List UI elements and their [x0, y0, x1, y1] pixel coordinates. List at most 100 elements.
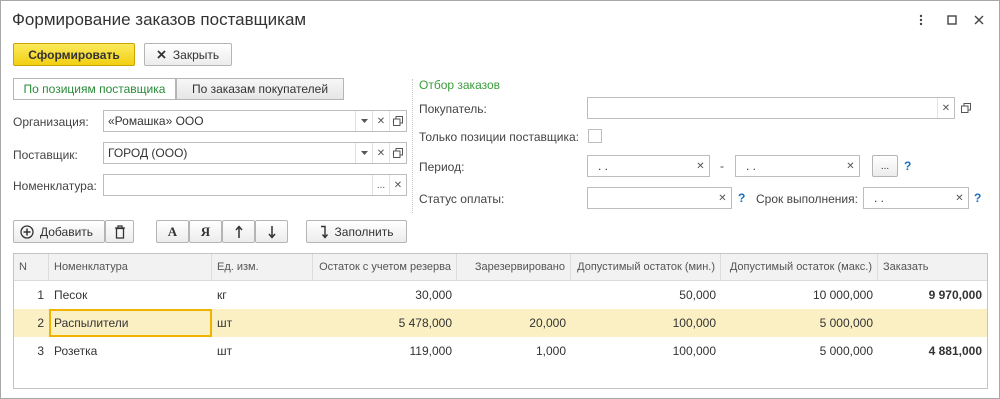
period-to-field[interactable]: . . ✕ — [735, 155, 860, 177]
organization-label: Организация: — [13, 115, 89, 129]
clear-icon[interactable]: ✕ — [372, 111, 389, 131]
payment-status-field[interactable]: ✕ — [587, 187, 732, 209]
column-header-n[interactable]: N — [14, 254, 49, 280]
table-row[interactable]: 3 Розетка шт 119,000 1,000 100,000 5 000… — [14, 337, 987, 365]
column-header-unit[interactable]: Ед. изм. — [212, 254, 313, 280]
column-header-order[interactable]: Заказать — [878, 254, 987, 280]
close-label: Закрыть — [172, 47, 220, 62]
move-down-button[interactable] — [255, 220, 288, 243]
tab-customer-orders[interactable]: По заказам покупателей — [176, 78, 344, 100]
sort-asc-button[interactable]: А — [156, 220, 189, 243]
cell-nomenclature[interactable]: Розетка — [49, 337, 212, 365]
cell-reserved — [457, 281, 571, 309]
period-select-label: ... — [880, 160, 890, 172]
fill-button[interactable]: Заполнить — [306, 220, 407, 243]
column-header-stock[interactable]: Остаток с учетом резерва — [313, 254, 457, 280]
nomenclature-label: Номенклатура: — [13, 179, 97, 193]
window-title: Формирование заказов поставщикам — [12, 10, 307, 29]
cell-reserved: 20,000 — [529, 316, 566, 330]
period-from-value: . . — [598, 159, 609, 173]
filter-group-title: Отбор заказов — [419, 78, 501, 92]
buyer-field[interactable]: ✕ — [587, 97, 955, 119]
open-icon[interactable] — [389, 143, 406, 163]
period-from-field[interactable]: . . ✕ — [587, 155, 710, 177]
delete-button[interactable] — [105, 220, 134, 243]
tab-customer-orders-label: По заказам покупателей — [191, 82, 329, 96]
supplier-field[interactable]: ГОРОД (ООО) ✕ — [103, 142, 407, 164]
plus-circle-icon — [20, 224, 34, 239]
cell-order[interactable] — [878, 309, 987, 337]
arrow-down-icon — [267, 225, 276, 239]
vertical-divider — [412, 79, 413, 213]
close-x-icon — [157, 50, 166, 59]
orders-table[interactable]: N Номенклатура Ед. изм. Остаток с учетом… — [13, 253, 988, 389]
cell-order[interactable]: 4 881,000 — [878, 337, 987, 365]
add-button[interactable]: Добавить — [13, 220, 105, 243]
cell-max: 5 000,000 — [819, 344, 873, 358]
clear-icon[interactable]: ✕ — [842, 156, 859, 176]
trash-icon — [114, 224, 126, 239]
arrow-up-icon — [234, 224, 243, 239]
cell-unit[interactable]: шт — [212, 337, 313, 365]
cell-unit[interactable]: шт — [212, 309, 313, 337]
column-header-min[interactable]: Допустимый остаток (мин.) — [571, 254, 721, 280]
cell-order[interactable]: 9 970,000 — [878, 281, 987, 309]
tab-supplier-positions[interactable]: По позициям поставщика — [13, 78, 176, 100]
organization-field[interactable]: «Ромашка» ООО ✕ — [103, 110, 407, 132]
table-row[interactable]: 1 Песок кг 30,000 50,000 10 000,000 9 97… — [14, 281, 987, 309]
clear-icon[interactable]: ✕ — [692, 156, 709, 176]
clear-icon[interactable]: ✕ — [372, 143, 389, 163]
clear-icon[interactable]: ✕ — [951, 188, 968, 208]
cell-max: 5 000,000 — [819, 316, 873, 330]
payment-help-icon[interactable]: ? — [738, 191, 745, 205]
deadline-help-icon[interactable]: ? — [974, 191, 981, 205]
deadline-value: . . — [874, 191, 885, 205]
cell-min: 100,000 — [672, 344, 716, 358]
fill-label: Заполнить — [334, 224, 394, 239]
organization-value: «Ромашка» ООО — [108, 114, 204, 128]
period-dash: - — [720, 159, 724, 173]
period-label: Период: — [419, 160, 465, 174]
cell-stock: 5 478,000 — [398, 316, 452, 330]
cell-unit[interactable]: кг — [212, 281, 313, 309]
cell-min: 100,000 — [672, 316, 716, 330]
column-header-reserved[interactable]: Зарезервировано — [457, 254, 571, 280]
fill-arrow-icon — [320, 225, 328, 239]
open-icon[interactable] — [389, 111, 406, 131]
move-up-button[interactable] — [222, 220, 255, 243]
only-supplier-checkbox[interactable] — [588, 129, 602, 143]
open-icon[interactable] — [957, 97, 975, 119]
clear-icon[interactable]: ✕ — [389, 175, 406, 195]
column-header-nomenclature[interactable]: Номенклатура — [49, 254, 212, 280]
cell-min: 50,000 — [679, 288, 716, 302]
deadline-field[interactable]: . . ✕ — [863, 187, 969, 209]
close-button[interactable]: Закрыть — [144, 43, 232, 66]
supplier-value: ГОРОД (ООО) — [108, 146, 188, 160]
dropdown-arrow-icon[interactable] — [355, 143, 372, 163]
form-orders-label: Сформировать — [28, 47, 120, 62]
clear-icon[interactable]: ✕ — [714, 188, 731, 208]
cell-nomenclature-current[interactable]: Распылители — [49, 309, 212, 337]
form-orders-button[interactable]: Сформировать — [13, 43, 135, 66]
form-window: Формирование заказов поставщикам Сформир… — [0, 0, 1000, 399]
column-header-max[interactable]: Допустимый остаток (макс.) — [721, 254, 878, 280]
period-select-button[interactable]: ... — [872, 155, 898, 177]
nomenclature-field[interactable]: ... ✕ — [103, 174, 407, 196]
period-help-icon[interactable]: ? — [904, 159, 911, 173]
maximize-icon[interactable] — [944, 11, 960, 29]
close-icon[interactable] — [971, 11, 987, 29]
cell-stock: 119,000 — [409, 344, 453, 358]
more-vert-icon[interactable] — [913, 11, 929, 29]
cell-nomenclature[interactable]: Песок — [49, 281, 212, 309]
sort-asc-label: А — [167, 223, 178, 239]
select-ellipsis-icon[interactable]: ... — [372, 175, 389, 195]
sort-desc-button[interactable]: Я — [189, 220, 222, 243]
dropdown-arrow-icon[interactable] — [355, 111, 372, 131]
table-row-selected[interactable]: 2 Распылители шт 5 478,000 20,000 100,00… — [14, 309, 987, 337]
only-supplier-label: Только позиции поставщика: — [419, 130, 579, 144]
cell-n: 2 — [37, 316, 44, 330]
cell-reserved: 1,000 — [535, 344, 566, 358]
clear-icon[interactable]: ✕ — [937, 98, 954, 118]
supplier-label: Поставщик: — [13, 148, 78, 162]
deadline-label: Срок выполнения: — [756, 192, 858, 206]
